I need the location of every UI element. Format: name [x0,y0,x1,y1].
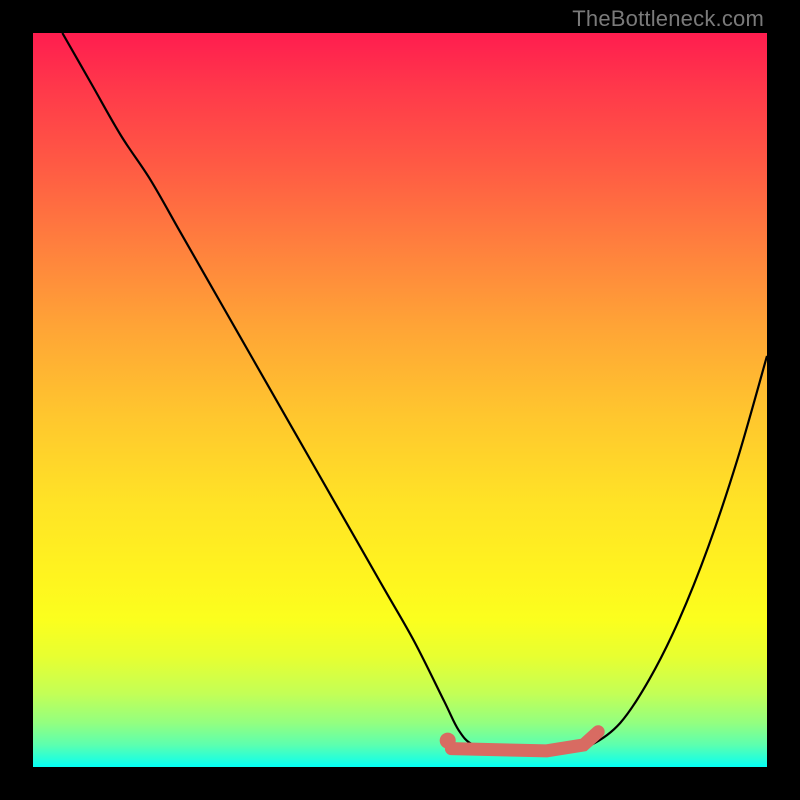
watermark-text: TheBottleneck.com [572,6,764,32]
plot-area [33,33,767,767]
optimal-start-dot [440,733,456,749]
chart-frame: TheBottleneck.com [0,0,800,800]
optimal-range-marker [451,732,598,751]
curve-layer [33,33,767,767]
bottleneck-curve [62,33,767,753]
